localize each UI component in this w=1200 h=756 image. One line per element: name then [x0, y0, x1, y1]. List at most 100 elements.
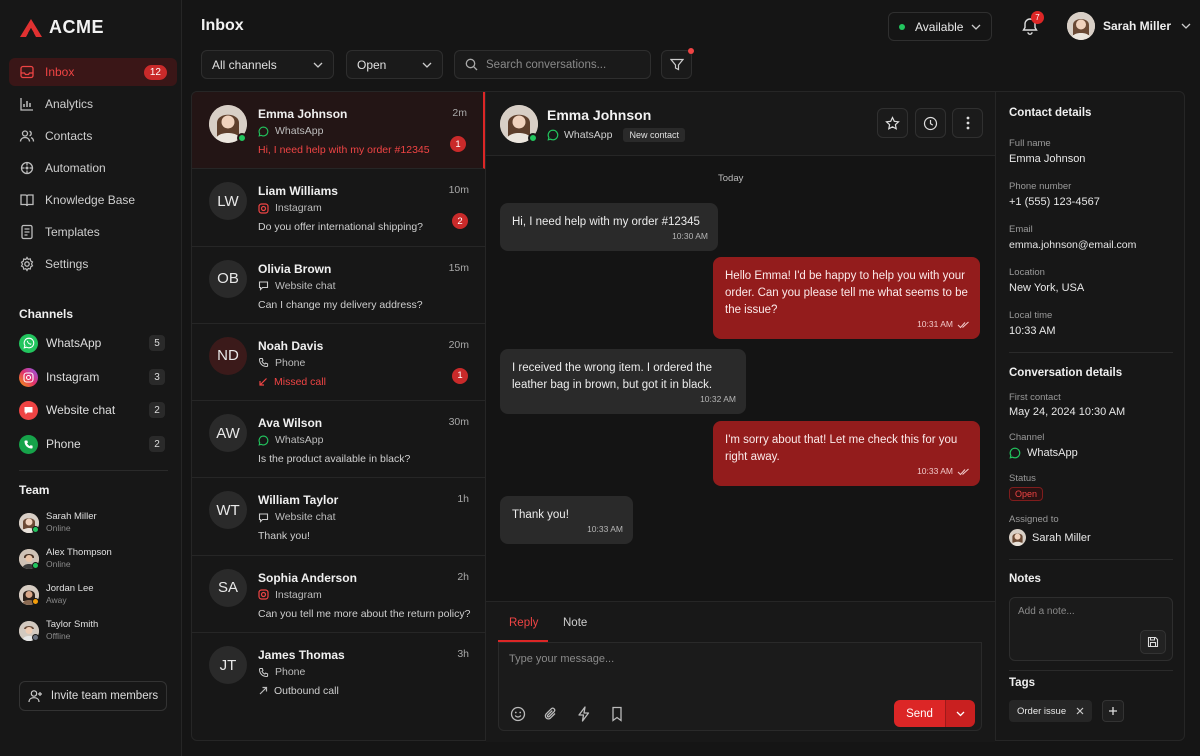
channel-count: 2: [149, 402, 165, 418]
phone-label: Phone number: [1009, 181, 1072, 192]
conversation-item[interactable]: JT James Thomas 3h Phone Outbound call: [192, 633, 485, 710]
channel-label: Instagram: [275, 202, 322, 215]
conversation-preview: Outbound call: [258, 685, 339, 697]
message-time: 10:31 AM: [917, 316, 970, 333]
close-icon[interactable]: [1076, 707, 1084, 715]
tab-reply[interactable]: Reply: [509, 617, 538, 629]
invite-team-button[interactable]: Invite team members: [19, 681, 167, 711]
channel-whatsapp[interactable]: WhatsApp 5: [19, 330, 165, 356]
sidebar-item-inbox[interactable]: Inbox 12: [9, 58, 177, 86]
active-tab-indicator: [498, 640, 548, 642]
user-menu[interactable]: Sarah Miller: [1067, 12, 1191, 40]
bookmark-icon[interactable]: [608, 705, 626, 723]
phone-icon: [258, 358, 269, 368]
message-text: Hello Emma! I'd be happy to help you wit…: [725, 270, 968, 316]
channel-label: Phone: [275, 356, 306, 369]
whatsapp-icon: [258, 126, 269, 137]
conversation-item[interactable]: SA Sophia Anderson 2h Instagram Can you …: [192, 556, 485, 634]
snooze-button[interactable]: [915, 108, 946, 138]
conversation-preview: Can you tell me more about the return po…: [258, 607, 471, 620]
attachment-icon[interactable]: [542, 705, 560, 723]
avatar: [19, 512, 39, 533]
section-divider: [1009, 352, 1173, 353]
team-member[interactable]: Jordan Lee Away: [19, 583, 94, 606]
sidebar-item-templates[interactable]: Templates: [9, 218, 177, 246]
channel-filter-select[interactable]: All channels: [201, 50, 334, 79]
time-text: 10:33 AM: [917, 466, 953, 476]
conversation-preview: Hi, I need help with my order #12345: [258, 144, 430, 156]
note-input[interactable]: [1018, 606, 1158, 624]
filter-active-dot: [688, 48, 694, 54]
channel-label: WhatsApp: [275, 125, 324, 137]
conversation-item[interactable]: Emma Johnson 2m WhatsApp Hi, I need help…: [192, 92, 485, 170]
conversation-name: William Taylor: [258, 493, 339, 508]
conversation-item[interactable]: OB Olivia Brown 15m Website chat Can I c…: [192, 247, 485, 324]
message-bubble-incoming: Thank you! 10:33 AM: [500, 496, 633, 544]
conversation-item[interactable]: AW Ava Wilson 30m WhatsApp Is the produc…: [192, 401, 485, 479]
conversation-item[interactable]: WT William Taylor 1h Website chat Thank …: [192, 478, 485, 556]
team-member[interactable]: Taylor Smith Offline: [19, 619, 98, 642]
status-dot: [32, 561, 39, 569]
clock-icon: [923, 116, 938, 130]
unread-badge: 1: [452, 367, 468, 384]
emoji-icon[interactable]: [509, 705, 527, 723]
conversation-channel: Website chat: [258, 280, 336, 292]
star-button[interactable]: [877, 108, 908, 138]
tag-label: Order issue: [1017, 705, 1067, 717]
conversation-name: Olivia Brown: [258, 261, 332, 276]
send-options-button[interactable]: [945, 700, 975, 727]
sidebar-item-label: Templates: [45, 225, 100, 239]
channels-title: Channels: [19, 307, 74, 321]
plus-icon: [1109, 707, 1117, 715]
member-name: Alex Thompson: [46, 547, 112, 558]
conversation-preview: Is the product available in black?: [258, 453, 411, 466]
star-icon: [885, 115, 900, 130]
filter-button[interactable]: [661, 50, 692, 79]
contact-details-title: Contact details: [1009, 107, 1092, 119]
sidebar-item-analytics[interactable]: Analytics: [9, 90, 177, 118]
channel-label: Website chat: [46, 403, 116, 417]
conversation-preview: Can I change my delivery address?: [258, 298, 423, 311]
gear-icon: [20, 256, 34, 272]
channel-instagram[interactable]: Instagram 3: [19, 364, 165, 390]
read-receipt-icon: [957, 468, 969, 475]
status-dot: [32, 597, 39, 605]
inbox-count-badge: 12: [143, 64, 167, 80]
add-tag-button[interactable]: [1102, 700, 1124, 722]
conversation-item[interactable]: LW Liam Williams 10m Instagram Do you of…: [192, 169, 485, 247]
avatar: LW: [209, 182, 247, 221]
tab-note[interactable]: Note: [563, 617, 587, 629]
conversation-name: Ava Wilson: [258, 416, 323, 431]
channel-website-chat[interactable]: Website chat 2: [19, 397, 165, 423]
conversation-channel: Instagram: [258, 202, 322, 214]
team-member[interactable]: Alex Thompson Online: [19, 547, 112, 570]
conversation-item[interactable]: ND Noah Davis 20m Phone Missed call 1: [192, 324, 485, 402]
first-contact-label: First contact: [1009, 392, 1061, 403]
search-input[interactable]: [486, 58, 636, 71]
save-note-button[interactable]: [1140, 630, 1166, 654]
chat-bubble-icon: [258, 281, 269, 291]
sidebar-item-label: Automation: [45, 161, 106, 175]
more-options-button[interactable]: [952, 108, 983, 138]
team-member[interactable]: Sarah Miller Online: [19, 511, 97, 534]
sidebar-item-knowledge-base[interactable]: Knowledge Base: [9, 186, 177, 214]
send-button[interactable]: Send: [894, 700, 945, 727]
conversation-channel: WhatsApp: [258, 125, 323, 137]
message-input[interactable]: [509, 653, 809, 673]
channel-phone[interactable]: Phone 2: [19, 431, 165, 457]
conversation-time: 2h: [457, 570, 469, 583]
user-name: Sarah Miller: [1103, 19, 1172, 33]
status-filter-select[interactable]: Open: [346, 50, 443, 79]
sidebar-item-settings[interactable]: Settings: [9, 250, 177, 278]
assigned-value[interactable]: Sarah Miller: [1009, 529, 1091, 546]
sidebar-item-automation[interactable]: Automation: [9, 154, 177, 182]
instagram-icon: [19, 367, 38, 387]
save-icon: [1147, 636, 1159, 648]
availability-dropdown[interactable]: Available: [888, 12, 992, 41]
conversation-channel: Phone: [258, 666, 305, 678]
message-thread: Today Hi, I need help with my order #123…: [486, 156, 995, 601]
conversation-preview: Missed call: [258, 376, 326, 388]
lightning-icon[interactable]: [575, 705, 593, 723]
avatar: [1067, 12, 1095, 40]
sidebar-item-contacts[interactable]: Contacts: [9, 122, 177, 150]
